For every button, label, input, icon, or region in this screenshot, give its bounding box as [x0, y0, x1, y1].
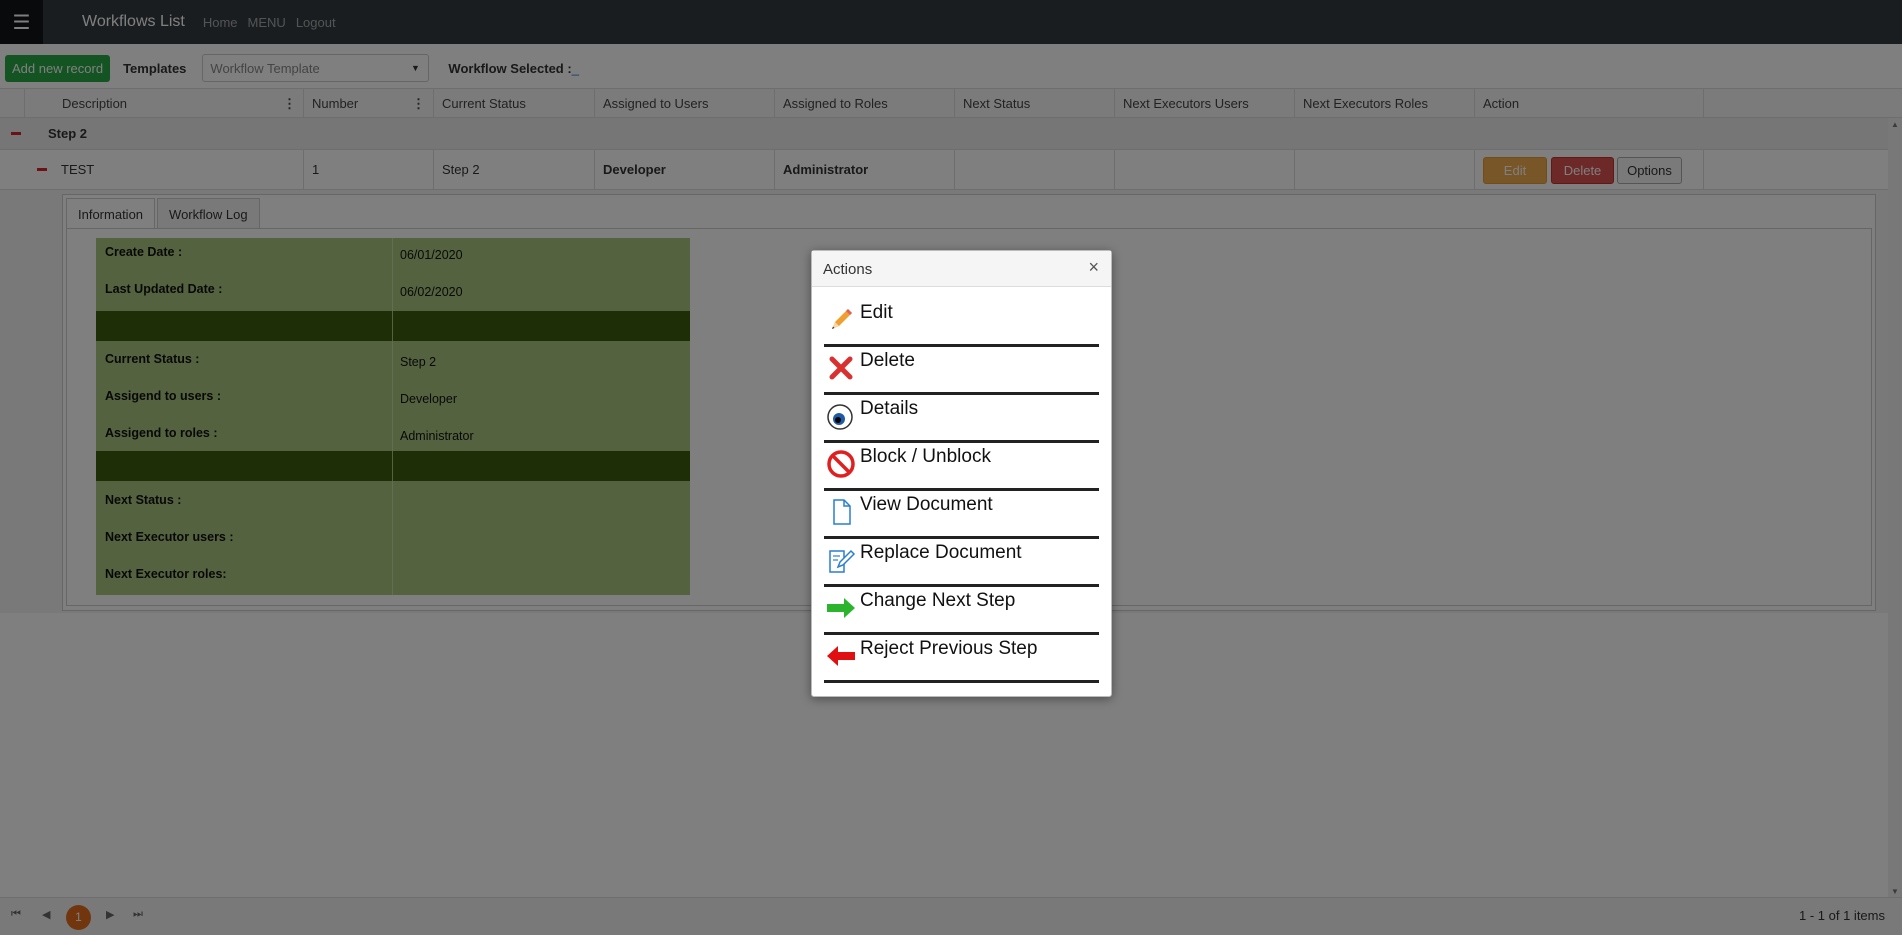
action-replace-document[interactable]: Replace Document: [824, 539, 1099, 587]
edit-document-icon: [829, 549, 856, 573]
action-delete[interactable]: Delete: [824, 347, 1099, 395]
action-block-unblock[interactable]: Block / Unblock: [824, 443, 1099, 491]
red-arrow-left-icon: [827, 646, 855, 666]
action-block-label: Block / Unblock: [860, 446, 991, 467]
pencil-icon: [832, 309, 852, 329]
eye-icon: [827, 404, 853, 430]
action-reject-previous-step[interactable]: Reject Previous Step: [824, 635, 1099, 683]
actions-modal: Actions × Edit Delete Details Block / Un…: [811, 250, 1112, 697]
red-x-icon: [829, 356, 853, 380]
no-entry-icon: [827, 450, 855, 478]
document-icon: [833, 499, 851, 525]
action-edit-label: Edit: [860, 302, 893, 323]
action-delete-label: Delete: [860, 350, 915, 371]
action-change-next-step-label: Change Next Step: [860, 590, 1016, 611]
green-arrow-right-icon: [827, 598, 855, 618]
action-details[interactable]: Details: [824, 395, 1099, 443]
modal-title: Actions: [823, 261, 873, 278]
action-view-document[interactable]: View Document: [824, 491, 1099, 539]
action-edit[interactable]: Edit: [824, 299, 1099, 347]
action-reject-previous-step-label: Reject Previous Step: [860, 638, 1038, 659]
action-change-next-step[interactable]: Change Next Step: [824, 587, 1099, 635]
action-view-document-label: View Document: [860, 494, 993, 515]
close-icon[interactable]: ×: [1088, 257, 1099, 278]
modal-header: Actions ×: [812, 251, 1111, 287]
action-replace-document-label: Replace Document: [860, 542, 1022, 563]
action-details-label: Details: [860, 398, 919, 419]
action-list: Edit Delete Details Block / Unblock View…: [824, 299, 1099, 683]
